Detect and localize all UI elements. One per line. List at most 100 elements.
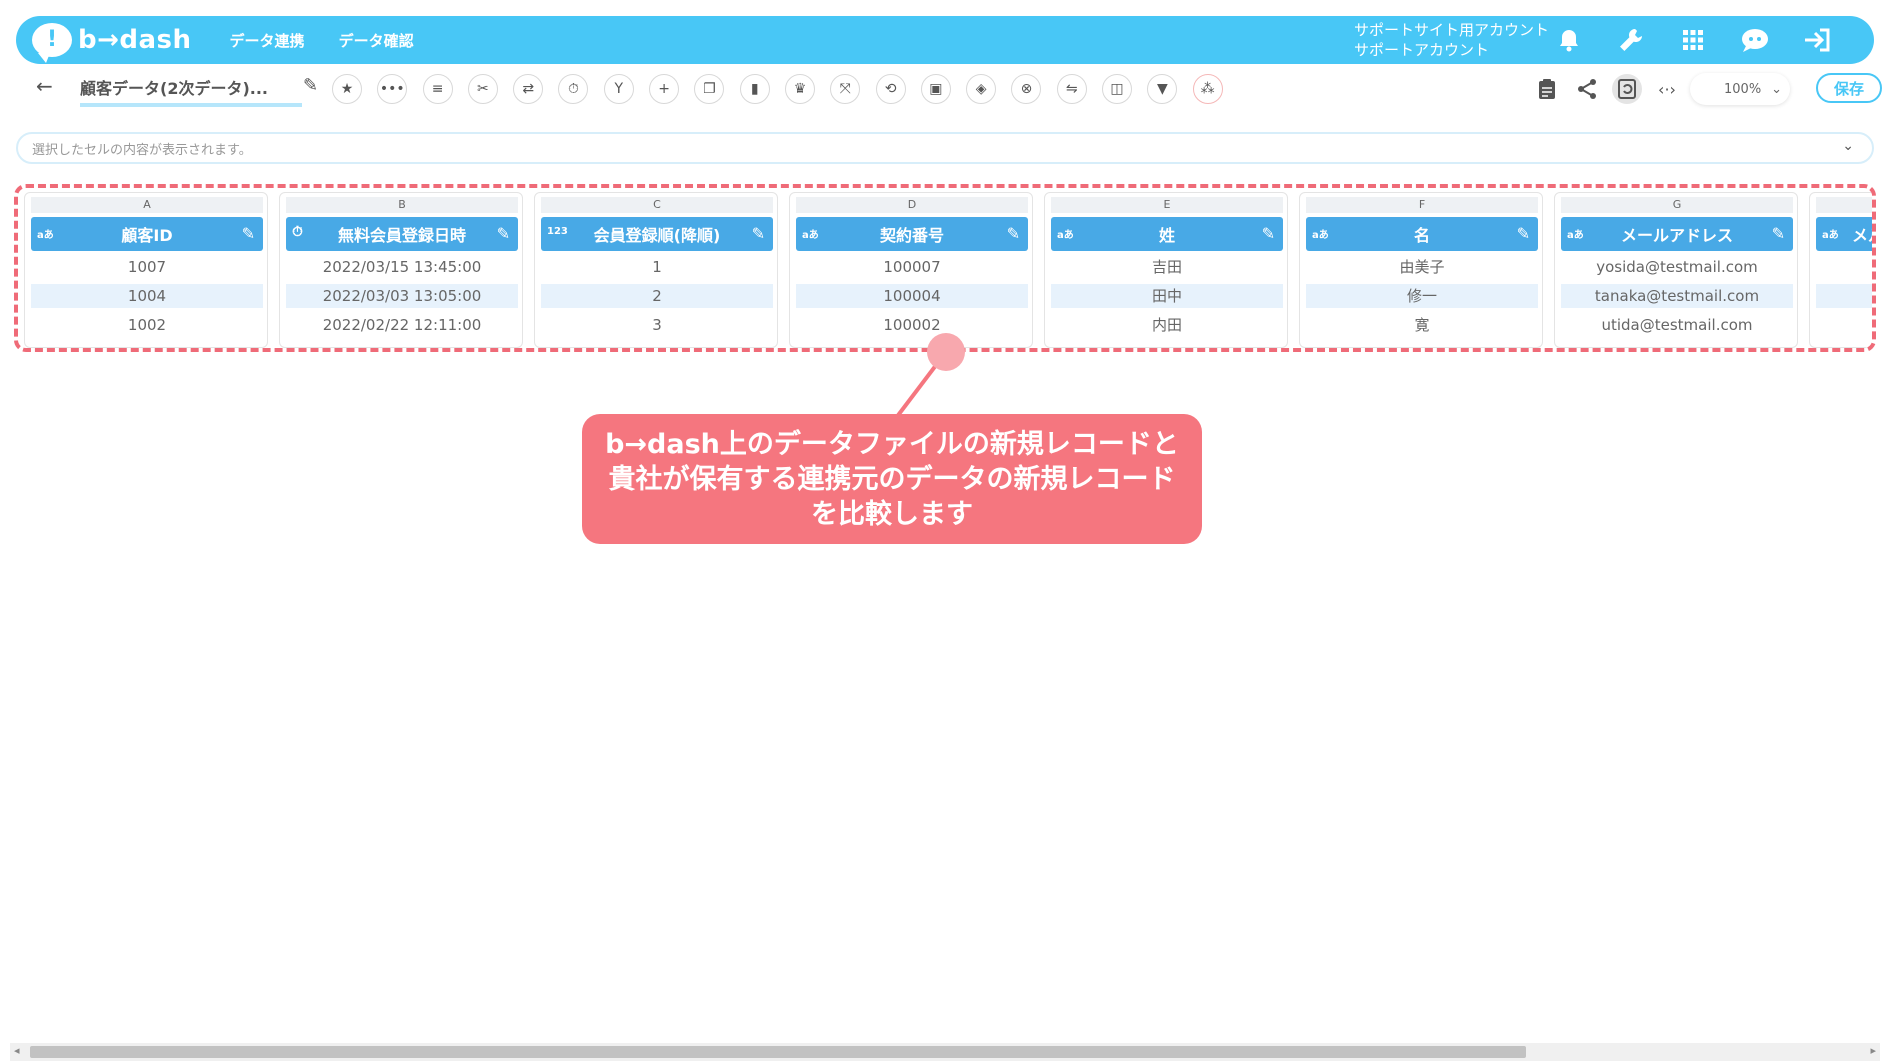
back-arrow-icon[interactable]: ← [36,74,53,98]
cancel-icon[interactable]: ⊗ [1011,74,1042,104]
table-cell[interactable]: 1002 [31,313,263,337]
table-cell[interactable]: tanaka@testmail.com [1561,284,1793,308]
pencil-icon[interactable]: ✎ [303,75,318,96]
timer-icon[interactable]: ⏱ [558,74,589,104]
pencil-icon[interactable]: ✎ [1007,224,1020,243]
column-letter[interactable]: A [31,197,263,213]
column-a: A aあ 顧客ID ✎ 1007 1004 1002 [24,192,268,348]
top-nav: データ連携 データ確認 [230,30,414,51]
column-e: E aあ 姓 ✎ 吉田 田中 内田 [1044,192,1288,348]
table-cell[interactable]: 2022/02/22 12:11:00 [286,313,518,337]
column-header[interactable]: aあ 名 ✎ [1306,217,1538,251]
column-letter[interactable]: E [1051,197,1283,213]
table-cell[interactable]: 2022/03/15 13:45:00 [286,255,518,279]
nav-data-link[interactable]: データ連携 [230,30,305,51]
bell-icon[interactable] [1552,24,1586,56]
pencil-icon[interactable]: ✎ [1517,224,1530,243]
table-cell[interactable]: 修一 [1306,284,1538,308]
lock-icon[interactable]: ▣ [920,74,951,104]
callout-pointer-dot [927,333,965,371]
column-header[interactable]: aあ 契約番号 ✎ [796,217,1028,251]
crown-icon[interactable]: ♛ [784,74,815,104]
scrollbar-thumb[interactable] [30,1046,1526,1058]
file-title[interactable]: 顧客データ(2次データ)... [80,75,302,107]
pencil-icon[interactable]: ✎ [497,224,510,243]
table-cell[interactable]: 100004 [796,284,1028,308]
column-header[interactable]: ⏱ 無料会員登録日時 ✎ [286,217,518,251]
table-cell[interactable]: 3 [541,313,773,337]
column-name: メールアドレス [1620,226,1733,245]
wrench-icon[interactable] [1614,24,1648,56]
expand-icon[interactable]: ⤧ [830,74,861,104]
table-cell[interactable]: 1 [541,255,773,279]
column-letter[interactable]: C [541,197,773,213]
column-letter[interactable]: G [1561,197,1793,213]
table-cell[interactable]: 1004 [31,284,263,308]
horizontal-scrollbar[interactable]: ◂ ▸ [10,1043,1880,1061]
table-cell[interactable] [1816,284,1872,308]
grid-icon[interactable] [1676,24,1710,56]
clipboard-icon[interactable] [1532,74,1562,104]
pencil-icon[interactable]: ✎ [752,224,765,243]
column-name: 姓 [1158,226,1175,245]
swap-icon[interactable]: ⇋ [1056,74,1087,104]
table-cell[interactable]: 1007 [31,255,263,279]
table-cell[interactable]: 100002 [796,313,1028,337]
frame-icon[interactable]: ◫ [1102,74,1133,104]
more-icon[interactable]: ••• [377,74,408,104]
column-header[interactable]: 123 会員登録順(降順) ✎ [541,217,773,251]
list-icon[interactable]: ≡ [422,74,453,104]
column-header[interactable]: aあ メル [1816,217,1872,251]
cube-icon[interactable]: ◈ [966,74,997,104]
table-cell[interactable]: 寛 [1306,313,1538,337]
column-letter[interactable]: D [796,197,1028,213]
merge-icon[interactable]: Y [603,74,634,104]
trash-icon[interactable]: ▮ [739,74,770,104]
star-icon[interactable]: ★ [332,74,362,104]
account-info[interactable]: サポートサイト用アカウント サポートアカウント [1354,20,1549,60]
text-type-icon: aあ [1312,230,1329,241]
filter-icon[interactable]: ▼ [1147,74,1178,104]
code-icon[interactable]: ‹·› [1652,74,1682,104]
column-d: D aあ 契約番号 ✎ 100007 100004 100002 [789,192,1033,348]
column-header[interactable]: aあ 姓 ✎ [1051,217,1283,251]
pencil-icon[interactable]: ✎ [1262,224,1275,243]
zoom-select[interactable]: 100% ⌄ [1690,73,1790,105]
chat-icon[interactable] [1738,24,1772,56]
scroll-left-icon[interactable]: ◂ [14,1044,20,1057]
table-cell[interactable]: 内田 [1051,313,1283,337]
plus-icon[interactable]: + [649,74,680,104]
column-header[interactable]: aあ 顧客ID ✎ [31,217,263,251]
pencil-icon[interactable]: ✎ [1772,224,1785,243]
repeat-icon[interactable]: ⟲ [875,74,906,104]
pencil-icon[interactable]: ✎ [242,224,255,243]
history-icon[interactable] [1612,74,1642,104]
column-letter[interactable]: F [1306,197,1538,213]
nav-data-check[interactable]: データ確認 [339,30,414,51]
compress-icon[interactable]: ⇄ [513,74,544,104]
scroll-right-icon[interactable]: ▸ [1870,1044,1876,1057]
table-cell[interactable]: 2022/03/03 13:05:00 [286,284,518,308]
table-cell[interactable]: 由美子 [1306,255,1538,279]
table-cell[interactable] [1816,255,1872,279]
copy-icon[interactable]: ❐ [694,74,725,104]
table-cell[interactable]: 100007 [796,255,1028,279]
save-button[interactable]: 保存 [1816,73,1882,103]
chevron-down-icon[interactable]: ⌄ [1842,138,1854,154]
logout-icon[interactable] [1800,24,1834,56]
column-letter[interactable]: B [286,197,518,213]
cell-content-bar[interactable]: 選択したセルの内容が表示されます。 ⌄ [16,132,1874,164]
table-cell[interactable]: utida@testmail.com [1561,313,1793,337]
column-header[interactable]: aあ メールアドレス ✎ [1561,217,1793,251]
scissors-icon[interactable]: ✂ [467,74,498,104]
number-type-icon: 123 [547,226,568,237]
column-letter[interactable] [1816,197,1872,213]
grid-dots-icon[interactable]: ⁂ [1192,74,1223,104]
table-cell[interactable]: yosida@testmail.com [1561,255,1793,279]
table-cell[interactable]: 田中 [1051,284,1283,308]
share-icon[interactable] [1572,74,1602,104]
table-cell[interactable]: 吉田 [1051,255,1283,279]
logo[interactable]: ! b→dash [32,23,192,63]
table-cell[interactable]: 2 [541,284,773,308]
table-cell[interactable] [1816,313,1872,337]
